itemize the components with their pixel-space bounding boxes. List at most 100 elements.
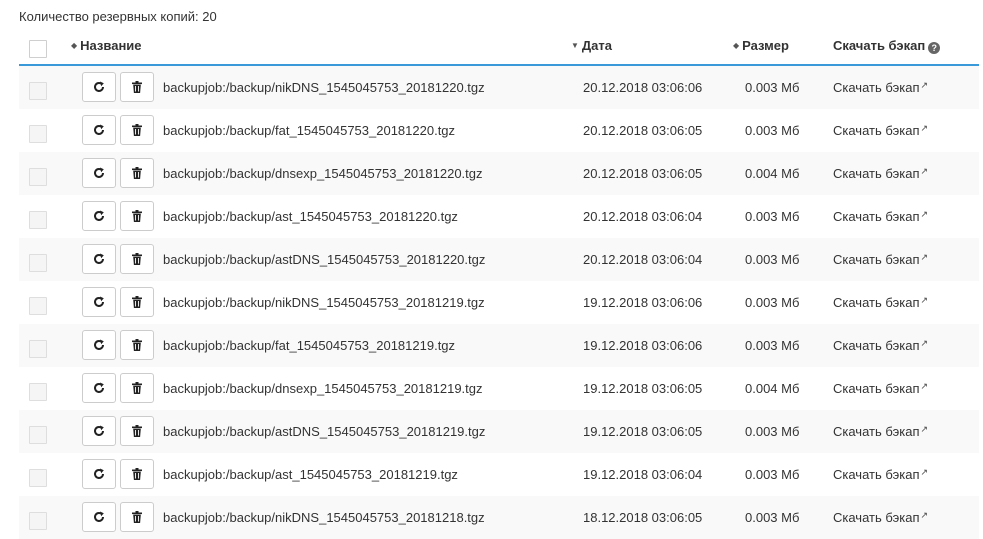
restore-button[interactable] xyxy=(82,416,116,446)
backup-name: backupjob:/backup/nikDNS_1545045753_2018… xyxy=(163,510,485,525)
restore-button[interactable] xyxy=(82,72,116,102)
download-backup-link[interactable]: Скачать бэкап↗ xyxy=(833,166,928,181)
backup-date: 19.12.2018 03:06:05 xyxy=(583,381,703,396)
download-backup-label: Скачать бэкап xyxy=(833,166,920,181)
backup-name: backupjob:/backup/astDNS_1545045753_2018… xyxy=(163,424,486,439)
external-link-icon: ↗ xyxy=(920,424,929,434)
trash-icon xyxy=(132,253,142,265)
restore-button[interactable] xyxy=(82,201,116,231)
backup-count-label: Количество резервных копий: 20 xyxy=(19,9,217,24)
restore-button[interactable] xyxy=(82,244,116,274)
download-backup-link[interactable]: Скачать бэкап↗ xyxy=(833,295,928,310)
download-backup-link[interactable]: Скачать бэкап↗ xyxy=(833,252,928,267)
delete-button[interactable] xyxy=(120,502,154,532)
backup-size: 0.003 Мб xyxy=(745,424,800,439)
sort-both-icon: ◆ xyxy=(71,41,78,50)
delete-button[interactable] xyxy=(120,201,154,231)
download-backup-link[interactable]: Скачать бэкап↗ xyxy=(833,209,928,224)
backup-size: 0.003 Мб xyxy=(745,338,800,353)
row-checkbox[interactable] xyxy=(29,125,47,143)
backup-size: 0.004 Мб xyxy=(745,166,800,181)
backups-table: ◆ Название ▼ Дата ◆ Размер Скачать бэкап? xyxy=(19,30,979,539)
delete-button[interactable] xyxy=(120,72,154,102)
row-checkbox[interactable] xyxy=(29,469,47,487)
row-checkbox[interactable] xyxy=(29,340,47,358)
restore-button[interactable] xyxy=(82,373,116,403)
backup-date: 20.12.2018 03:06:04 xyxy=(583,252,703,267)
column-header-download: Скачать бэкап? xyxy=(833,38,941,54)
backup-size: 0.003 Мб xyxy=(745,209,800,224)
download-backup-label: Скачать бэкап xyxy=(833,381,920,396)
external-link-icon: ↗ xyxy=(920,381,929,391)
backup-name: backupjob:/backup/nikDNS_1545045753_2018… xyxy=(163,295,485,310)
refresh-icon xyxy=(94,339,104,350)
external-link-icon: ↗ xyxy=(920,252,929,262)
table-row: backupjob:/backup/nikDNS_1545045753_2018… xyxy=(19,281,979,324)
column-header-date[interactable]: ▼ Дата xyxy=(571,38,612,53)
refresh-icon xyxy=(94,81,104,92)
download-backup-link[interactable]: Скачать бэкап↗ xyxy=(833,381,928,396)
external-link-icon: ↗ xyxy=(920,80,929,90)
download-backup-label: Скачать бэкап xyxy=(833,295,920,310)
backup-date: 19.12.2018 03:06:04 xyxy=(583,467,703,482)
restore-button[interactable] xyxy=(82,330,116,360)
delete-button[interactable] xyxy=(120,459,154,489)
backup-name: backupjob:/backup/fat_1545045753_2018122… xyxy=(163,123,456,138)
row-checkbox[interactable] xyxy=(29,168,47,186)
row-checkbox[interactable] xyxy=(29,297,47,315)
column-header-size[interactable]: ◆ Размер xyxy=(733,38,789,53)
download-backup-link[interactable]: Скачать бэкап↗ xyxy=(833,123,928,138)
sort-desc-icon: ▼ xyxy=(571,41,579,50)
trash-icon xyxy=(132,339,142,351)
external-link-icon: ↗ xyxy=(920,166,929,176)
restore-button[interactable] xyxy=(82,158,116,188)
backup-name: backupjob:/backup/nikDNS_1545045753_2018… xyxy=(163,80,485,95)
download-backup-link[interactable]: Скачать бэкап↗ xyxy=(833,510,928,525)
delete-button[interactable] xyxy=(120,244,154,274)
table-row: backupjob:/backup/nikDNS_1545045753_2018… xyxy=(19,496,979,539)
restore-button[interactable] xyxy=(82,287,116,317)
backup-name: backupjob:/backup/ast_1545045753_2018121… xyxy=(163,467,458,482)
download-backup-label: Скачать бэкап xyxy=(833,510,920,525)
refresh-icon xyxy=(94,382,104,393)
column-header-name[interactable]: ◆ Название xyxy=(71,38,142,53)
question-circle-icon[interactable]: ? xyxy=(928,42,941,54)
backup-size: 0.003 Мб xyxy=(745,467,800,482)
table-row: backupjob:/backup/fat_1545045753_2018121… xyxy=(19,324,979,367)
delete-button[interactable] xyxy=(120,330,154,360)
delete-button[interactable] xyxy=(120,158,154,188)
row-checkbox[interactable] xyxy=(29,254,47,272)
download-backup-link[interactable]: Скачать бэкап↗ xyxy=(833,80,928,95)
row-checkbox[interactable] xyxy=(29,82,47,100)
column-header-name-label: Название xyxy=(80,38,142,53)
table-row: backupjob:/backup/astDNS_1545045753_2018… xyxy=(19,238,979,281)
refresh-icon xyxy=(94,124,104,135)
backup-size: 0.004 Мб xyxy=(745,381,800,396)
row-checkbox[interactable] xyxy=(29,383,47,401)
table-row: backupjob:/backup/ast_1545045753_2018122… xyxy=(19,195,979,238)
row-checkbox[interactable] xyxy=(29,211,47,229)
table-header: ◆ Название ▼ Дата ◆ Размер Скачать бэкап? xyxy=(19,30,979,66)
restore-button[interactable] xyxy=(82,115,116,145)
download-backup-link[interactable]: Скачать бэкап↗ xyxy=(833,424,928,439)
backup-date: 19.12.2018 03:06:06 xyxy=(583,295,703,310)
row-checkbox[interactable] xyxy=(29,426,47,444)
select-all-checkbox[interactable] xyxy=(29,40,47,58)
row-checkbox[interactable] xyxy=(29,512,47,530)
refresh-icon xyxy=(94,296,104,307)
restore-button[interactable] xyxy=(82,459,116,489)
backup-size: 0.003 Мб xyxy=(745,252,800,267)
delete-button[interactable] xyxy=(120,373,154,403)
delete-button[interactable] xyxy=(120,416,154,446)
download-backup-link[interactable]: Скачать бэкап↗ xyxy=(833,467,928,482)
column-header-date-label: Дата xyxy=(581,38,613,53)
backup-date: 19.12.2018 03:06:06 xyxy=(583,338,703,353)
delete-button[interactable] xyxy=(120,115,154,145)
download-backup-label: Скачать бэкап xyxy=(833,80,920,95)
external-link-icon: ↗ xyxy=(920,338,929,348)
trash-icon xyxy=(132,296,142,308)
restore-button[interactable] xyxy=(82,502,116,532)
download-backup-link[interactable]: Скачать бэкап↗ xyxy=(833,338,928,353)
delete-button[interactable] xyxy=(120,287,154,317)
backup-name: backupjob:/backup/ast_1545045753_2018122… xyxy=(163,209,458,224)
